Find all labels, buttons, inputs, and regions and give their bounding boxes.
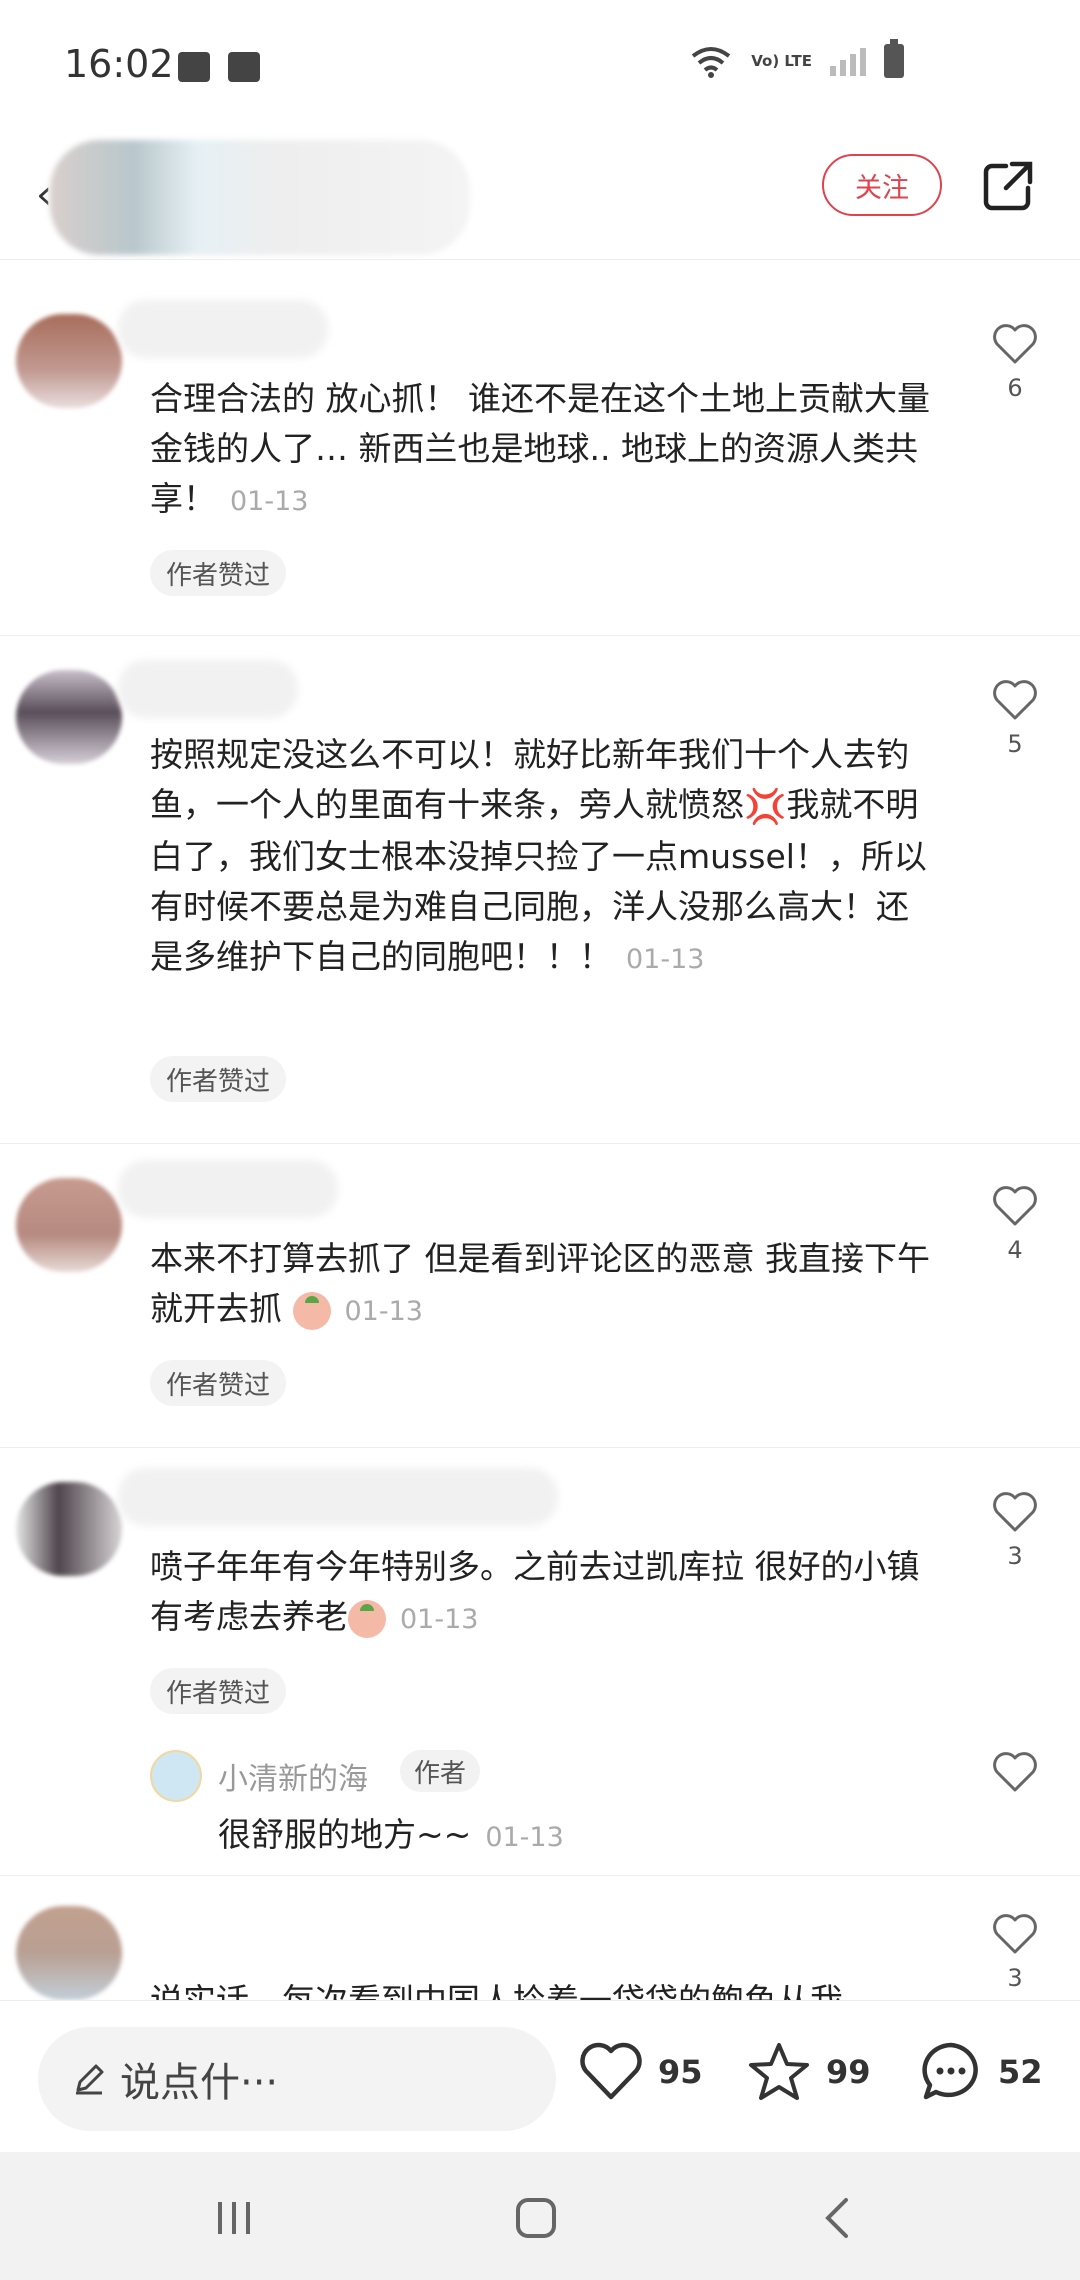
comment-text: 按照规定没这么不可以！就好比新年我们十个人去钓鱼，一个人的里面有十来条，旁人就愤… [150, 735, 927, 976]
heart-icon [993, 1914, 1037, 1954]
back-button[interactable] [808, 2188, 868, 2248]
lte-indicator: Vo) LTE [751, 51, 812, 70]
anger-emoji-icon: 💢 [744, 786, 787, 827]
username-blurred[interactable] [118, 1160, 338, 1218]
author-badge: 作者 [400, 1750, 481, 1792]
comment-text: 喷子年年有今年特别多。之前去过凯库拉 很好的小镇有考虑去养老 01-13 [150, 1547, 920, 1638]
comment-item: 按照规定没这么不可以！就好比新年我们十个人去钓鱼，一个人的里面有十来条，旁人就愤… [0, 636, 1080, 1144]
comment-item: 说实话，每次看到中国人拎着一袋袋的鲍鱼从我 3 [0, 1876, 1080, 2000]
navigation-bar [0, 2152, 1080, 2280]
heart-icon [580, 2042, 642, 2100]
header: ‹ 关注 [0, 120, 1080, 260]
comment-date: 01-13 [344, 1296, 423, 1327]
username-blurred[interactable] [118, 1468, 558, 1526]
comment-input-placeholder: 说点什··· [120, 2060, 279, 2106]
signal-icon [830, 46, 866, 76]
author-liked-tag: 作者赞过 [150, 550, 287, 596]
star-icon [749, 2043, 809, 2100]
comment-text: 本来不打算去抓了 但是看到评论区的恶意 我直接下午就开去抓 01-13 [150, 1239, 930, 1330]
like-count: 3 [1007, 1542, 1023, 1570]
reply-avatar[interactable] [150, 1750, 202, 1802]
avatar[interactable] [16, 670, 122, 764]
back-arrow-icon [825, 2198, 848, 2238]
username-blurred[interactable] [118, 300, 328, 358]
comment-date: 01-13 [626, 943, 705, 975]
comment-date: 01-13 [230, 486, 309, 517]
comment-text: 说实话，每次看到中国人拎着一袋袋的鲍鱼从我 [150, 1976, 940, 2000]
peach-emoji-icon [292, 1291, 331, 1330]
avatar[interactable] [16, 1178, 122, 1272]
like-button[interactable]: 5 [985, 678, 1045, 758]
battery-icon [884, 39, 904, 78]
reply-like-button[interactable] [985, 1750, 1045, 1794]
comment-date: 01-13 [400, 1604, 479, 1635]
heart-icon [993, 1492, 1037, 1532]
gallery-icon [178, 52, 210, 82]
comment-text: 合理合法的 放心抓！ 谁还不是在这个土地上贡献大量金钱的人了… 新西兰也是地球.… [150, 379, 930, 518]
comments-button[interactable]: 52 [918, 2039, 1043, 2105]
recent-apps-icon [218, 2202, 250, 2234]
like-post-button[interactable]: 95 [578, 2039, 703, 2105]
share-icon[interactable] [980, 158, 1036, 214]
wifi-icon [692, 47, 731, 78]
like-button[interactable]: 3 [985, 1912, 1045, 1992]
follow-button[interactable]: 关注 [822, 154, 942, 216]
author-liked-tag: 作者赞过 [150, 1360, 287, 1406]
status-icons: Vo) LTE [689, 39, 904, 78]
reply-date: 01-13 [485, 1822, 564, 1853]
like-button[interactable]: 3 [985, 1490, 1045, 1570]
comment-bubble-icon [922, 2042, 978, 2100]
action-bar: 说点什··· 95 99 52 [0, 2000, 1080, 2152]
pencil-icon [76, 2064, 104, 2095]
like-count: 95 [658, 2053, 703, 2091]
collect-count: 99 [826, 2053, 871, 2091]
like-button[interactable]: 4 [985, 1184, 1045, 1264]
comment-count: 52 [998, 2053, 1043, 2091]
status-time: 16:02 [64, 42, 174, 86]
collect-button[interactable]: 99 [746, 2039, 871, 2105]
heart-icon [993, 324, 1037, 364]
comment-item: 合理合法的 放心抓！ 谁还不是在这个土地上贡献大量金钱的人了… 新西兰也是地球.… [0, 280, 1080, 636]
home-button[interactable] [506, 2188, 566, 2248]
author-liked-tag: 作者赞过 [150, 1668, 287, 1714]
reply-username[interactable]: 小清新的海 [218, 1754, 368, 1798]
like-button[interactable]: 6 [985, 322, 1045, 402]
comment-item: 本来不打算去抓了 但是看到评论区的恶意 我直接下午就开去抓 01-13 作者赞过… [0, 1144, 1080, 1448]
avatar[interactable] [16, 1482, 122, 1576]
heart-icon [993, 1186, 1037, 1226]
recent-apps-button[interactable] [204, 2188, 264, 2248]
like-count: 6 [1007, 374, 1023, 402]
avatar[interactable] [16, 1906, 122, 2000]
author-liked-tag: 作者赞过 [150, 1056, 287, 1102]
comment-input[interactable]: 说点什··· [38, 2027, 556, 2131]
like-count: 4 [1007, 1236, 1023, 1264]
comment-item: 喷子年年有今年特别多。之前去过凯库拉 很好的小镇有考虑去养老 01-13 作者赞过… [0, 1448, 1080, 1876]
home-icon [516, 2198, 556, 2238]
heart-icon [993, 1752, 1037, 1792]
alarm-icon [228, 52, 260, 82]
notification-icons [178, 52, 260, 82]
avatar[interactable] [16, 314, 122, 408]
status-bar: 16:02 Vo) LTE [0, 0, 1080, 120]
like-count: 5 [1007, 730, 1023, 758]
username-blurred[interactable] [118, 660, 298, 718]
like-count: 3 [1007, 1964, 1023, 1992]
heart-icon [993, 680, 1037, 720]
reply-text: 很舒服的地方~~ 01-13 [218, 1815, 564, 1854]
blushing-emoji-icon [348, 1599, 386, 1638]
author-info-blurred[interactable] [50, 140, 470, 255]
